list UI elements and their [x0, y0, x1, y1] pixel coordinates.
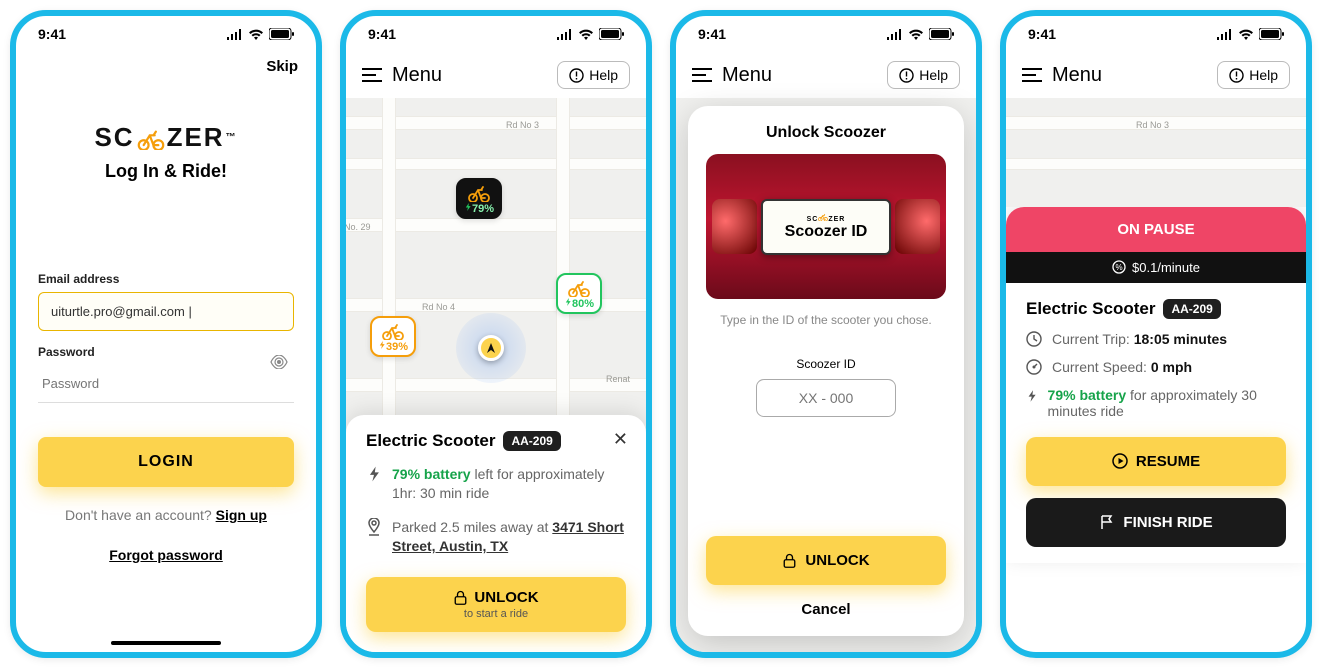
scooter-title: Electric Scooter: [1026, 299, 1155, 319]
battery-icon: [269, 28, 294, 40]
menu-label: Menu: [1052, 64, 1102, 87]
alert-icon: [899, 68, 914, 83]
flag-icon: [1099, 514, 1115, 530]
password-label: Password: [38, 345, 294, 359]
scoozer-id-input[interactable]: [756, 379, 896, 417]
status-bar: 9:41: [346, 16, 646, 52]
user-location-dot: [456, 313, 526, 383]
finish-button[interactable]: FINISH RIDE: [1026, 498, 1286, 547]
status-bar: 9:41: [16, 16, 316, 52]
status-time: 9:41: [368, 26, 396, 42]
nav-arrow-icon: [485, 342, 497, 354]
help-button[interactable]: Help: [1217, 61, 1290, 89]
scooter-detail-card: ✕ Electric Scooter AA-209 79% battery le…: [346, 415, 646, 652]
license-plate: SCZER Scoozer ID: [761, 199, 891, 255]
svg-text:%: %: [1115, 263, 1122, 272]
login-button[interactable]: LOGIN: [38, 437, 294, 487]
scooter-marker-selected[interactable]: 79%: [456, 178, 502, 219]
bike-icon: [136, 128, 166, 150]
password-field[interactable]: [38, 365, 294, 403]
wifi-icon: [248, 28, 264, 40]
forgot-password-link[interactable]: Forgot password: [38, 547, 294, 563]
scoozer-id-label: Scoozer ID: [706, 357, 946, 371]
bolt-icon: [366, 465, 382, 483]
status-bar: 9:41: [1006, 16, 1306, 52]
screen-map: 9:41 Menu Help Rd No 3 No. 29 Rd No 4 Re…: [340, 10, 652, 658]
signup-row: Don't have an account? Sign up: [38, 507, 294, 523]
status-icons: [886, 28, 954, 40]
bolt-icon: [464, 202, 472, 212]
map[interactable]: Rd No 3 No. 29 Rd No 4 Renat 79% 80% 39%…: [346, 98, 646, 652]
scooter-marker[interactable]: 80%: [556, 273, 602, 314]
signal-icon: [226, 29, 243, 40]
modal-title: Unlock Scoozer: [706, 124, 946, 142]
status-time: 9:41: [698, 26, 726, 42]
cancel-button[interactable]: Cancel: [706, 601, 946, 622]
wifi-icon: [578, 28, 594, 40]
bike-icon: [380, 322, 406, 340]
bike-icon: [818, 213, 828, 221]
unlock-modal: Unlock Scoozer SCZER Scoozer ID Type in …: [688, 106, 964, 636]
signal-icon: [556, 29, 573, 40]
gauge-icon: [1026, 359, 1042, 375]
skip-link[interactable]: Skip: [266, 58, 298, 75]
battery-icon: [929, 28, 954, 40]
help-button[interactable]: Help: [557, 61, 630, 89]
help-button[interactable]: Help: [887, 61, 960, 89]
pause-banner: ON PAUSE: [1006, 207, 1306, 252]
pin-icon: [366, 518, 382, 536]
rate-bar: % $0.1/minute: [1006, 252, 1306, 283]
lock-icon: [782, 552, 797, 569]
menu-label: Menu: [392, 64, 442, 87]
alert-icon: [1229, 68, 1244, 83]
screen-unlock: 9:41 Menu Help Unlock Scoozer SCZER Scoo…: [670, 10, 982, 658]
screen-trip: 9:41 Menu Help Rd No 3 No. 29 Rd No 4 ON…: [1000, 10, 1312, 658]
menu-icon[interactable]: [362, 68, 382, 82]
scooter-marker[interactable]: 39%: [370, 316, 416, 357]
status-time: 9:41: [1028, 26, 1056, 42]
eye-icon[interactable]: [270, 355, 288, 369]
battery-icon: [1259, 28, 1284, 40]
login-subtitle: Log In & Ride!: [16, 161, 316, 182]
app-logo: SC ZER™: [94, 122, 237, 153]
percent-icon: %: [1112, 260, 1126, 274]
wifi-icon: [1238, 28, 1254, 40]
scooter-id-badge: AA-209: [1163, 299, 1220, 319]
modal-hint: Type in the ID of the scooter you chose.: [706, 313, 946, 327]
bike-icon: [566, 279, 592, 297]
status-icons: [226, 28, 294, 40]
home-indicator: [111, 641, 221, 645]
status-bar: 9:41: [676, 16, 976, 52]
trip-sheet: ON PAUSE % $0.1/minute Electric Scooter …: [1006, 207, 1306, 563]
lock-icon: [453, 589, 468, 606]
battery-icon: [599, 28, 624, 40]
close-icon[interactable]: ✕: [613, 429, 628, 450]
scooter-id-badge: AA-209: [503, 431, 560, 451]
bolt-icon: [564, 297, 572, 307]
screen-login: 9:41 Skip SC ZER™ Log In & Ride! Email a…: [10, 10, 322, 658]
alert-icon: [569, 68, 584, 83]
resume-button[interactable]: RESUME: [1026, 437, 1286, 486]
signal-icon: [886, 29, 903, 40]
signal-icon: [1216, 29, 1233, 40]
clock-icon: [1026, 331, 1042, 347]
bike-icon: [466, 184, 492, 202]
menu-icon[interactable]: [692, 68, 712, 82]
email-label: Email address: [38, 272, 294, 286]
status-time: 9:41: [38, 26, 66, 42]
signup-link[interactable]: Sign up: [216, 507, 267, 523]
email-field[interactable]: [38, 292, 294, 331]
scooter-title: Electric Scooter: [366, 431, 495, 451]
menu-label: Menu: [722, 64, 772, 87]
wifi-icon: [908, 28, 924, 40]
status-icons: [556, 28, 624, 40]
unlock-button[interactable]: UNLOCK to start a ride: [366, 577, 626, 632]
menu-icon[interactable]: [1022, 68, 1042, 82]
unlock-button[interactable]: UNLOCK: [706, 536, 946, 585]
bolt-icon: [378, 340, 386, 350]
scooter-photo: SCZER Scoozer ID: [706, 154, 946, 299]
play-icon: [1112, 453, 1128, 469]
status-icons: [1216, 28, 1284, 40]
bolt-icon: [1026, 387, 1038, 405]
